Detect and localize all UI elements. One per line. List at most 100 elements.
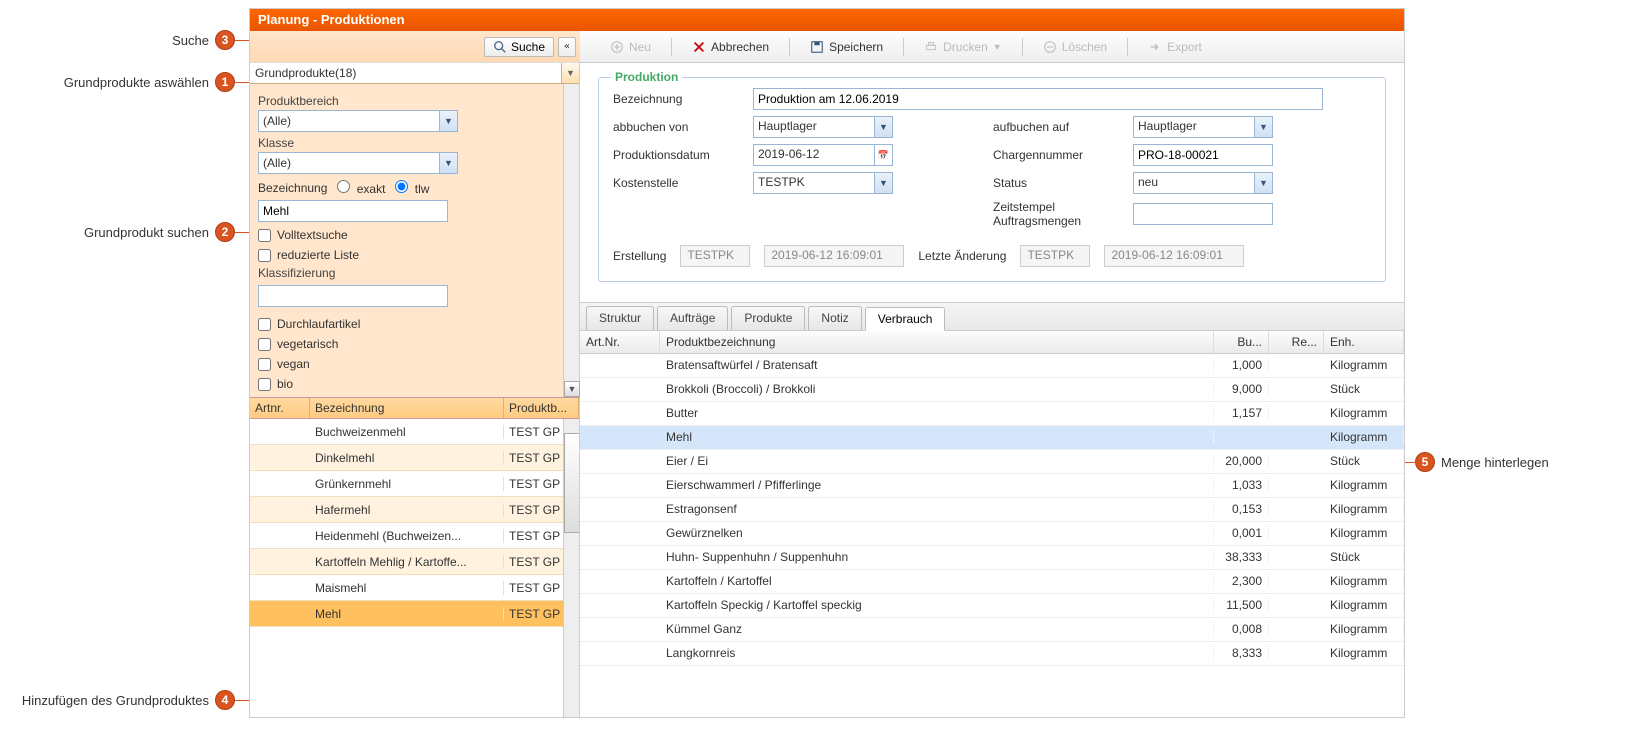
table-row[interactable]: HafermehlTEST GP	[250, 497, 579, 523]
kosten-combo[interactable]: TESTPK▼	[753, 172, 893, 194]
klassifizierung-input[interactable]	[258, 285, 448, 307]
table-row[interactable]: Eier / Ei20,000Stück	[580, 450, 1404, 474]
table-row[interactable]: MaismehlTEST GP	[250, 575, 579, 601]
chevron-down-icon[interactable]: ▼	[874, 117, 892, 137]
scrollbar-thumb[interactable]	[564, 433, 579, 533]
col-produktb[interactable]: Produktb...	[504, 398, 579, 418]
col-bu[interactable]: Bu...	[1214, 331, 1269, 353]
aenderung-user: TESTPK	[1020, 245, 1090, 267]
abbuchen-combo[interactable]: Hauptlager▼	[753, 116, 893, 138]
col-artnr[interactable]: Art.Nr.	[580, 331, 660, 353]
aenderung-label: Letzte Änderung	[918, 249, 1006, 263]
col-bezeichnung[interactable]: Bezeichnung	[310, 398, 504, 418]
table-row[interactable]: MehlKilogramm	[580, 426, 1404, 450]
chevron-down-icon[interactable]: ▼	[874, 173, 892, 193]
tab-notiz[interactable]: Notiz	[808, 306, 861, 330]
produktbereich-label: Produktbereich	[258, 94, 571, 108]
scroll-down-icon[interactable]: ▼	[564, 381, 580, 397]
tab-struktur[interactable]: Struktur	[586, 306, 654, 330]
bezeichnung-input[interactable]	[753, 88, 1323, 110]
save-button[interactable]: Speichern	[810, 40, 883, 54]
callout-text: Suche	[172, 33, 209, 48]
status-combo[interactable]: neu▼	[1133, 172, 1273, 194]
chevron-down-icon[interactable]: ▼	[439, 111, 457, 131]
tab-aufträge[interactable]: Aufträge	[657, 306, 728, 330]
export-button[interactable]: Export	[1148, 40, 1202, 54]
chevron-down-icon[interactable]: ▼	[1254, 117, 1272, 137]
durchlauf-checkbox[interactable]	[258, 318, 271, 331]
col-name[interactable]: Produktbezeichnung	[660, 331, 1214, 353]
calendar-icon[interactable]: 📅	[874, 145, 892, 165]
callout-badge-2: 2	[215, 222, 235, 242]
table-row[interactable]: Gewürznelken0,001Kilogramm	[580, 522, 1404, 546]
zeitstempel-input[interactable]	[1133, 203, 1273, 225]
collapse-button[interactable]: «	[558, 37, 576, 57]
table-row[interactable]: Kartoffeln Mehlig / Kartoffe...TEST GP	[250, 549, 579, 575]
chevron-down-icon[interactable]: ▼	[439, 153, 457, 173]
window-title: Planung - Produktionen	[250, 9, 1404, 31]
tab-produkte[interactable]: Produkte	[731, 306, 805, 330]
klasse-combo[interactable]: (Alle)▼	[258, 152, 458, 174]
save-icon	[810, 40, 824, 54]
table-row[interactable]: Kartoffeln / Kartoffel2,300Kilogramm	[580, 570, 1404, 594]
chargen-input[interactable]	[1133, 144, 1273, 166]
callout-badge-5: 5	[1415, 452, 1435, 472]
chevron-down-icon: ▼	[993, 42, 1002, 52]
table-row[interactable]: BuchweizenmehlTEST GP	[250, 419, 579, 445]
erstellung-user: TESTPK	[680, 245, 750, 267]
callout-badge-3: 3	[215, 30, 235, 50]
produktbereich-combo[interactable]: (Alle)▼	[258, 110, 458, 132]
kosten-label: Kostenstelle	[613, 176, 733, 190]
print-button[interactable]: Drucken ▼	[924, 40, 1002, 54]
delete-button[interactable]: Löschen	[1043, 40, 1107, 54]
table-row[interactable]: DinkelmehlTEST GP	[250, 445, 579, 471]
exakt-radio[interactable]: exakt	[337, 180, 385, 196]
datum-label: Produktionsdatum	[613, 148, 733, 162]
table-row[interactable]: Langkornreis8,333Kilogramm	[580, 642, 1404, 666]
col-enh[interactable]: Enh.	[1324, 331, 1404, 353]
col-artnr[interactable]: Artnr.	[250, 398, 310, 418]
table-row[interactable]: Brokkoli (Broccoli) / Brokkoli9,000Stück	[580, 378, 1404, 402]
aufbuchen-combo[interactable]: Hauptlager▼	[1133, 116, 1273, 138]
search-icon	[493, 40, 507, 54]
table-row[interactable]: Huhn- Suppenhuhn / Suppenhuhn38,333Stück	[580, 546, 1404, 570]
table-row[interactable]: Kümmel Ganz0,008Kilogramm	[580, 618, 1404, 642]
aufbuchen-label: aufbuchen auf	[993, 120, 1113, 134]
table-row[interactable]: Heidenmehl (Buchweizen...TEST GP	[250, 523, 579, 549]
cancel-button[interactable]: Abbrechen	[692, 40, 769, 54]
bezeichnung-label: Bezeichnung	[613, 92, 733, 106]
col-re[interactable]: Re...	[1269, 331, 1324, 353]
cancel-icon	[692, 40, 706, 54]
table-row[interactable]: GrünkernmehlTEST GP	[250, 471, 579, 497]
tab-verbrauch[interactable]: Verbrauch	[865, 307, 946, 331]
search-button[interactable]: Suche	[484, 37, 554, 57]
volltext-checkbox[interactable]	[258, 229, 271, 242]
tlw-radio[interactable]: tlw	[395, 180, 429, 196]
bezeichnung-search-input[interactable]	[258, 200, 448, 222]
export-icon	[1148, 40, 1162, 54]
table-row[interactable]: Eierschwammerl / Pfifferlinge1,033Kilogr…	[580, 474, 1404, 498]
vegetarisch-checkbox[interactable]	[258, 338, 271, 351]
table-row[interactable]: Estragonsenf0,153Kilogramm	[580, 498, 1404, 522]
erstellung-label: Erstellung	[613, 249, 666, 263]
vegan-checkbox[interactable]	[258, 358, 271, 371]
table-row[interactable]: Butter1,157Kilogramm	[580, 402, 1404, 426]
new-button[interactable]: Neu	[610, 40, 651, 54]
chevron-down-icon[interactable]: ▼	[561, 63, 579, 83]
reduzierte-checkbox[interactable]	[258, 249, 271, 262]
table-row[interactable]: Bratensaftwürfel / Bratensaft1,000Kilogr…	[580, 354, 1404, 378]
klasse-label: Klasse	[258, 136, 571, 150]
plus-icon	[610, 40, 624, 54]
table-row[interactable]: MehlTEST GP	[250, 601, 579, 627]
minus-icon	[1043, 40, 1057, 54]
abbuchen-label: abbuchen von	[613, 120, 733, 134]
callout-badge-1: 1	[215, 72, 235, 92]
klassifizierung-label: Klassifizierung	[258, 266, 571, 280]
grundprodukte-dropdown[interactable]: Grundprodukte(18)	[250, 63, 561, 83]
chevron-down-icon[interactable]: ▼	[1254, 173, 1272, 193]
datum-input[interactable]: 2019-06-12📅	[753, 144, 893, 166]
table-row[interactable]: Kartoffeln Speckig / Kartoffel speckig11…	[580, 594, 1404, 618]
callout-text: Grundprodukt suchen	[84, 225, 209, 240]
status-label: Status	[993, 176, 1113, 190]
bio-checkbox[interactable]	[258, 378, 271, 391]
